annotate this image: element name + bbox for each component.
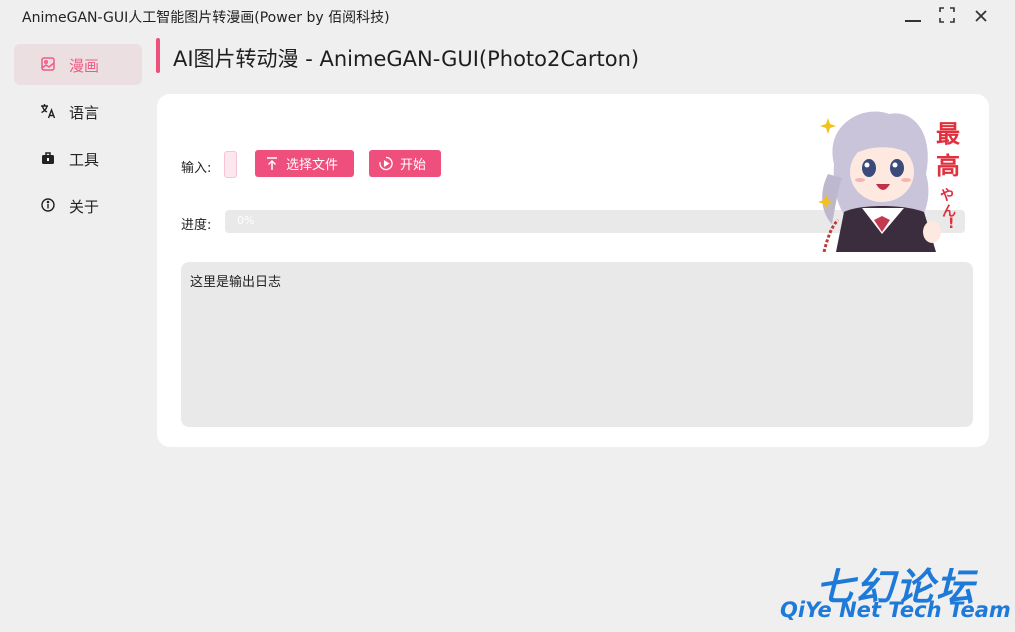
page-title: AI图片转动漫 - AnimeGAN-GUI(Photo2Carton) [173,47,640,71]
input-label: 输入: [181,161,212,176]
minimize-icon [904,6,922,28]
sidebar: 漫画 语言 工具 关于 [14,44,142,232]
progress-text: 0% [237,214,255,227]
main-card: 输入: 选择文件 开始 进度: 0% 这里是输出日志 最 高 や ん ! [157,94,989,447]
image-icon [40,56,56,72]
svg-text:や: や [940,188,954,204]
anime-sticker-image: 最 高 や ん ! [814,104,964,253]
start-button[interactable]: 开始 [369,150,441,177]
close-button[interactable] [966,6,996,28]
page-title-accent [156,38,160,73]
sidebar-item-about[interactable]: 关于 [14,185,142,226]
sidebar-item-language[interactable]: 语言 [14,91,142,132]
play-circle-icon [379,156,393,171]
sidebar-item-label: 工具 [69,151,100,169]
upload-icon [265,156,279,171]
progress-label: 进度: [181,218,212,233]
start-label: 开始 [400,158,427,173]
toolbox-icon [40,150,56,166]
window-title: AnimeGAN-GUI人工智能图片转漫画(Power by 佰阅科技) [22,10,390,26]
info-icon [40,197,56,213]
choose-file-label: 选择文件 [286,158,339,173]
sidebar-item-label: 漫画 [69,57,100,75]
log-output[interactable]: 这里是输出日志 [181,262,973,427]
svg-text:!: ! [948,216,954,232]
choose-file-button[interactable]: 选择文件 [255,150,354,177]
sidebar-item-label: 语言 [69,104,100,122]
sticker-text: 最 [936,120,961,148]
maximize-icon [939,7,955,27]
translate-icon [40,103,56,119]
sidebar-item-tools[interactable]: 工具 [14,138,142,179]
minimize-button[interactable] [898,6,928,28]
svg-text:高: 高 [936,152,960,180]
log-placeholder: 这里是输出日志 [190,275,282,290]
watermark-logo-en: QiYe Net Tech Team [780,598,1011,622]
sidebar-item-label: 关于 [69,198,100,216]
sidebar-item-manga[interactable]: 漫画 [14,44,142,85]
input-file-field[interactable] [224,151,237,178]
maximize-button[interactable] [932,6,962,28]
close-icon [974,8,988,27]
title-bar: AnimeGAN-GUI人工智能图片转漫画(Power by 佰阅科技) [0,0,1015,34]
